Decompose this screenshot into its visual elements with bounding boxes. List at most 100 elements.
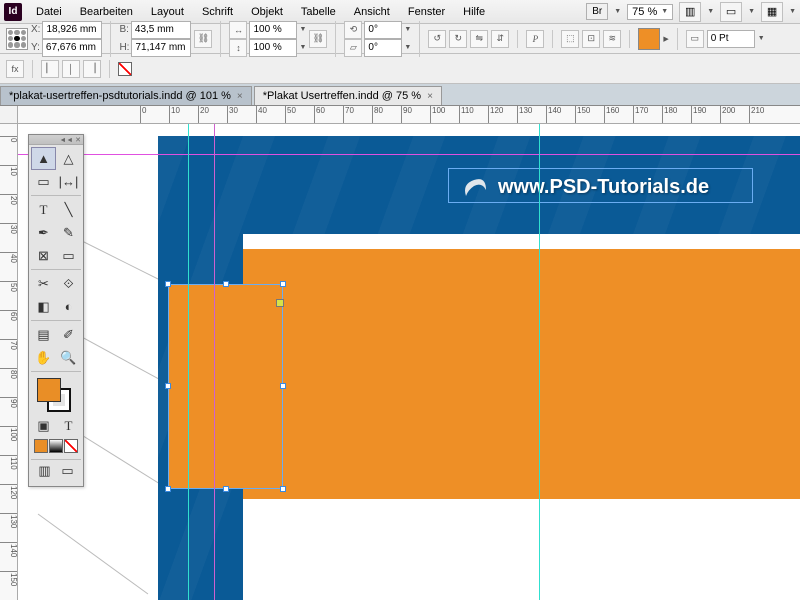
bridge-button[interactable]: Br (586, 3, 608, 20)
menu-layout[interactable]: Layout (143, 3, 192, 21)
hand-tool[interactable]: ✋ (31, 346, 56, 369)
menu-schrift[interactable]: Schrift (194, 3, 241, 21)
arrange-docs-icon[interactable]: ▦ (761, 2, 783, 22)
stroke-weight-field[interactable] (707, 30, 755, 48)
shear-field[interactable] (364, 39, 402, 57)
apply-gradient-button[interactable] (49, 439, 63, 453)
direct-selection-tool[interactable]: △ (56, 147, 81, 170)
formatting-container-icon[interactable]: ▣ (31, 414, 56, 437)
shear-icon: ▱ (344, 39, 362, 57)
close-icon[interactable]: × (427, 91, 433, 102)
scale-x-field[interactable] (249, 21, 297, 39)
note-tool[interactable]: ▤ (31, 323, 56, 346)
selection-handle[interactable] (280, 383, 286, 389)
selection-handle[interactable] (223, 281, 229, 287)
view-mode-preview[interactable]: ▭ (59, 463, 77, 479)
vertical-guide[interactable] (188, 124, 189, 600)
stroke-none-swatch[interactable] (118, 62, 132, 76)
horizontal-guide[interactable] (18, 154, 800, 155)
select-container-icon[interactable]: ⬚ (561, 30, 579, 48)
vertical-ruler[interactable]: 0102030405060708090100110120130140150160 (0, 124, 18, 600)
stroke-weight-icon: ▭ (686, 30, 704, 48)
close-icon[interactable]: × (237, 91, 243, 102)
align-left-icon[interactable]: ▏ (41, 60, 59, 78)
pencil-tool[interactable]: ✎ (56, 221, 81, 244)
view-options-icon[interactable]: ▥ (679, 2, 701, 22)
selection-handle[interactable] (280, 281, 286, 287)
y-field[interactable] (42, 39, 102, 57)
line-tool[interactable]: ╲ (56, 198, 81, 221)
scale-y-icon: ↕ (229, 39, 247, 57)
selection-tool[interactable]: ▲ (31, 147, 56, 170)
selection-handle[interactable] (280, 486, 286, 492)
menu-tabelle[interactable]: Tabelle (293, 3, 344, 21)
vertical-guide[interactable] (539, 124, 540, 600)
document-tab[interactable]: *Plakat Usertreffen.indd @ 75 %× (254, 86, 442, 105)
chevron-down-icon: ▼ (404, 44, 411, 51)
selection-outline (168, 284, 283, 489)
gradient-feather-tool[interactable]: ◐ (56, 295, 81, 318)
ruler-origin[interactable] (0, 106, 18, 124)
gradient-swatch-tool[interactable]: ◧ (31, 295, 56, 318)
menu-fenster[interactable]: Fenster (400, 3, 453, 21)
w-label: B: (119, 24, 128, 35)
rotate-field[interactable] (364, 21, 402, 39)
selection-center[interactable] (276, 299, 284, 307)
menu-ansicht[interactable]: Ansicht (346, 3, 398, 21)
menu-objekt[interactable]: Objekt (243, 3, 291, 21)
height-field[interactable] (131, 39, 191, 57)
selection-handle[interactable] (165, 281, 171, 287)
rectangle-frame-tool[interactable]: ⊠ (31, 244, 56, 267)
selection-handle[interactable] (165, 383, 171, 389)
scale-x-icon: ↔ (229, 21, 247, 39)
formatting-text-icon[interactable]: T (56, 414, 81, 437)
constrain-scale-icon[interactable]: ⛓ (309, 30, 327, 48)
selection-handle[interactable] (165, 486, 171, 492)
document-canvas[interactable]: www.PSD-Tutorials.de (18, 124, 800, 600)
screen-mode-icon[interactable]: ▭ (720, 2, 742, 22)
width-field[interactable] (131, 21, 191, 39)
text-wrap-icon[interactable]: ≋ (603, 30, 621, 48)
rotate-cw-icon[interactable]: ↻ (449, 30, 467, 48)
flip-h-icon[interactable]: ⇋ (470, 30, 488, 48)
chevron-down-icon: ▼ (299, 44, 306, 51)
type-tool[interactable]: T (31, 198, 56, 221)
menu-hilfe[interactable]: Hilfe (455, 3, 493, 21)
zoom-level-select[interactable]: 75 %▼ (627, 4, 673, 20)
fx-icon[interactable]: fx (6, 60, 24, 78)
flip-v-icon[interactable]: ⇵ (491, 30, 509, 48)
tool-panel[interactable]: ◄◄ ✕ ▲ △ ▭ |↔| T ╲ ✒ ✎ ⊠ ▭ ✂ ⟐ ◧ ◐ ▤ ✐ ✋… (28, 134, 84, 487)
zoom-tool[interactable]: 🔍 (56, 346, 81, 369)
constrain-icon[interactable]: ⛓ (194, 30, 212, 48)
gap-tool[interactable]: |↔| (56, 170, 81, 193)
scissors-tool[interactable]: ✂ (31, 272, 56, 295)
eyedropper-tool[interactable]: ✐ (56, 323, 81, 346)
select-content-icon[interactable]: ⊡ (582, 30, 600, 48)
panel-collapse-icon[interactable]: ◄◄ ✕ (29, 135, 83, 145)
reference-point-picker[interactable] (6, 28, 28, 50)
document-tab[interactable]: *plakat-usertreffen-psdtutorials.indd @ … (0, 86, 252, 105)
selection-handle[interactable] (223, 486, 229, 492)
align-right-icon[interactable]: ▕ (83, 60, 101, 78)
fill-stroke-picker[interactable] (31, 374, 81, 414)
menu-datei[interactable]: Datei (28, 3, 70, 21)
pen-tool[interactable]: ✒ (31, 221, 56, 244)
align-center-icon[interactable]: │ (62, 60, 80, 78)
apply-color-button[interactable] (34, 439, 48, 453)
free-transform-tool[interactable]: ⟐ (56, 272, 81, 295)
scale-y-field[interactable] (249, 39, 297, 57)
fill-swatch[interactable] (37, 378, 61, 402)
page-tool[interactable]: ▭ (31, 170, 56, 193)
rectangle-tool[interactable]: ▭ (56, 244, 81, 267)
margin-guide-left[interactable] (214, 124, 215, 600)
rotate-ccw-icon[interactable]: ↺ (428, 30, 446, 48)
apply-none-button[interactable] (64, 439, 78, 453)
menu-bearbeiten[interactable]: Bearbeiten (72, 3, 141, 21)
x-field[interactable] (42, 21, 102, 39)
fill-swatch[interactable] (638, 28, 660, 50)
view-mode-normal[interactable]: ▥ (36, 463, 54, 479)
chevron-down-icon: ▼ (707, 8, 714, 15)
horizontal-ruler[interactable]: 0102030405060708090100110120130140150160… (18, 106, 800, 124)
app-icon: Id (4, 3, 22, 21)
y-label: Y: (31, 42, 40, 53)
